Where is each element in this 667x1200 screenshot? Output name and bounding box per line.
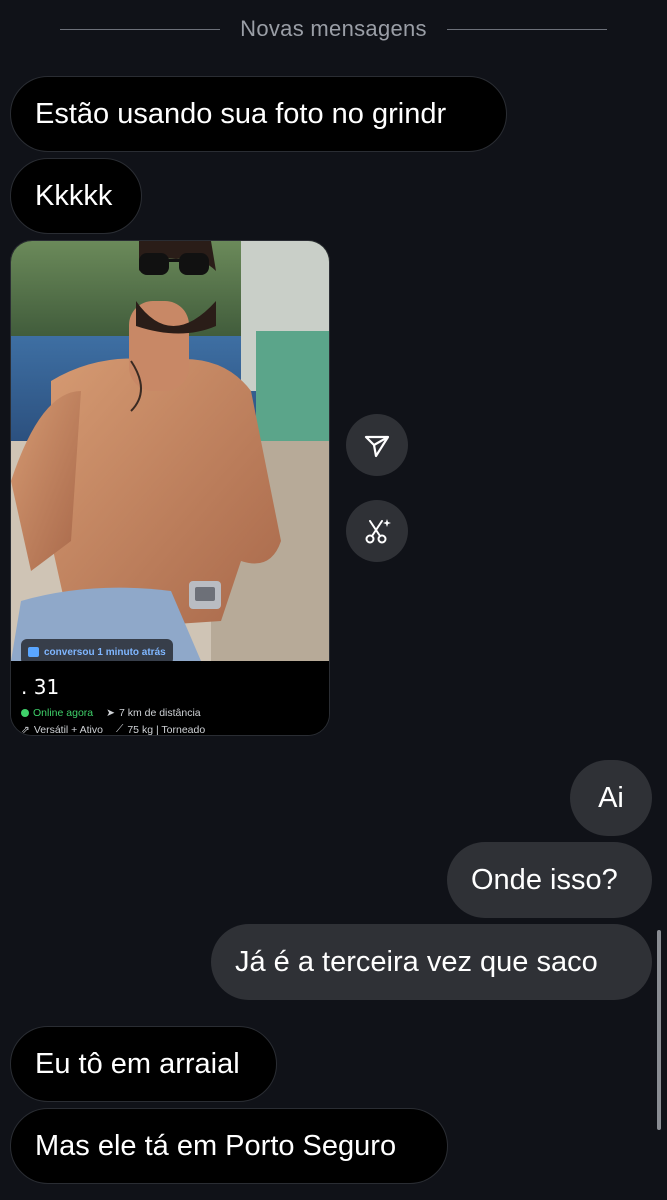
- message-text: Já é a terceira vez que saco: [235, 945, 598, 978]
- online-dot-icon: [21, 709, 29, 717]
- message-text: Eu tô em arraial: [35, 1047, 240, 1080]
- ruler-icon: ⟋: [115, 723, 124, 735]
- location-arrow-icon: ➤: [106, 707, 115, 719]
- weight-text: 75 kg | Torneado: [127, 723, 206, 736]
- new-messages-label: Novas mensagens: [240, 16, 427, 41]
- message-text: Estão usando sua foto no grindr: [35, 97, 447, 130]
- message-received[interactable]: Kkkkk: [10, 158, 142, 234]
- message-received[interactable]: Estão usando sua foto no grindr: [10, 76, 507, 152]
- message-sent[interactable]: Ai: [570, 760, 652, 836]
- profile-age: . 31: [21, 675, 60, 699]
- message-received[interactable]: Mas ele tá em Porto Seguro: [10, 1108, 448, 1184]
- divider-line-left: [60, 28, 221, 30]
- share-button[interactable]: [346, 414, 408, 476]
- message-text: Onde isso?: [471, 863, 618, 896]
- edit-remix-button[interactable]: [346, 500, 408, 562]
- profile-meta-row-2: ⇗ Versátil + Ativo ⟋ 75 kg | Torneado: [21, 723, 206, 736]
- divider-line-right: [446, 28, 607, 30]
- message-text: Kkkkk: [35, 179, 113, 212]
- shared-profile-card[interactable]: conversou 1 minuto atrás . 31 Online ago…: [10, 240, 330, 736]
- profile-meta-row-1: Online agora ➤ 7 km de distância: [21, 707, 201, 719]
- new-messages-divider: Novas mensagens: [0, 14, 667, 44]
- share-paper-plane-icon: [364, 435, 390, 458]
- chat-status-text: conversou 1 minuto atrás: [44, 646, 166, 658]
- message-received[interactable]: Eu tô em arraial: [10, 1026, 277, 1102]
- scrollbar[interactable]: [657, 930, 661, 1130]
- position-text: Versátil + Ativo: [33, 723, 103, 736]
- online-status: Online agora: [33, 707, 94, 719]
- profile-info: . 31 Online agora ➤ 7 km de distância ⇗ …: [11, 661, 329, 736]
- message-sent[interactable]: Já é a terceira vez que saco: [211, 924, 652, 1000]
- position-icon: ⇗: [21, 723, 30, 736]
- message-text: Ai: [598, 781, 624, 814]
- distance-text: 7 km de distância: [118, 707, 201, 719]
- message-sent[interactable]: Onde isso?: [447, 842, 652, 918]
- message-text: Mas ele tá em Porto Seguro: [35, 1129, 397, 1162]
- chat-bubble-icon: [28, 647, 39, 657]
- magic-scissors-icon: [365, 519, 391, 544]
- profile-photo[interactable]: conversou 1 minuto atrás: [11, 241, 329, 665]
